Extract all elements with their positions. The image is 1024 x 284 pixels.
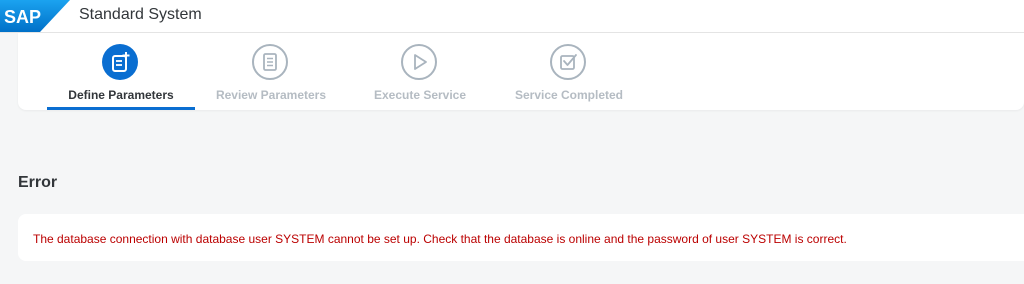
active-step-indicator (47, 107, 195, 110)
step-label: Define Parameters (68, 88, 174, 102)
app-title: Standard System (79, 6, 202, 23)
play-icon (401, 44, 437, 80)
step-service-completed[interactable]: Service Completed (495, 33, 643, 110)
error-message: The database connection with database us… (33, 232, 847, 246)
step-label: Execute Service (373, 88, 467, 102)
error-heading: Error (18, 174, 58, 191)
step-execute-service[interactable]: Execute Service (346, 33, 494, 110)
review-checklist-icon (252, 44, 288, 80)
define-parameters-icon (102, 44, 138, 80)
error-message-panel: The database connection with database us… (18, 214, 1024, 261)
step-label: Service Completed (514, 88, 624, 102)
step-define-parameters[interactable]: Define Parameters (47, 33, 195, 110)
sap-logo[interactable]: SAP (0, 0, 70, 32)
wizard-progress-bar: Define Parameters Review Parameters Exec… (18, 33, 1024, 110)
step-label: Review Parameters (215, 88, 327, 102)
shell-bar: SAP Standard System (0, 0, 1024, 33)
checkbox-completed-icon (550, 44, 586, 80)
step-review-parameters[interactable]: Review Parameters (197, 33, 345, 110)
svg-text:SAP: SAP (4, 7, 41, 27)
